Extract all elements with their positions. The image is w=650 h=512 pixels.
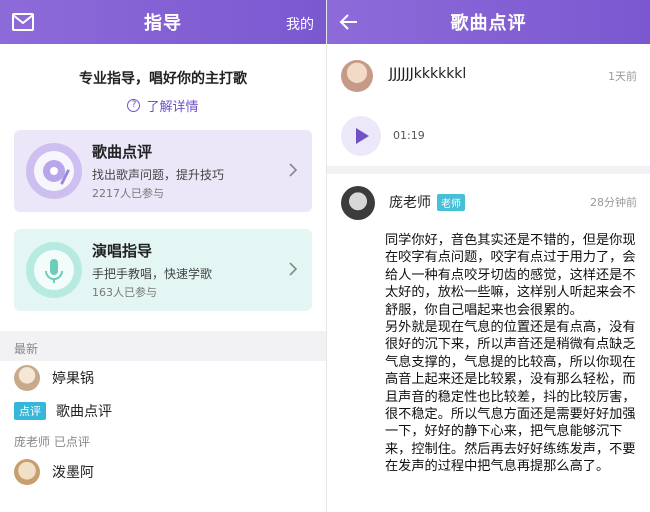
guidance-screen: 指导 我的 专业指导，唱好你的主打歌 ? 了解详情 歌曲点评 找出歌声问题，提升… bbox=[0, 0, 326, 512]
list-item[interactable]: 泼墨阿 bbox=[0, 455, 326, 488]
feed-song-title: 歌曲点评 bbox=[56, 403, 112, 420]
review-tag: 点评 bbox=[14, 401, 46, 420]
feed-meta: 庞老师 已点评 bbox=[14, 434, 90, 449]
feed-username: 婷果锅 bbox=[52, 370, 94, 387]
list-item[interactable]: 点评 歌曲点评 bbox=[0, 394, 326, 427]
chevron-right-icon bbox=[289, 262, 298, 276]
intro-section: 专业指导，唱好你的主打歌 ? 了解详情 bbox=[0, 44, 326, 124]
my-link[interactable]: 我的 bbox=[286, 14, 314, 34]
microphone-icon bbox=[26, 242, 82, 298]
card-title: 演唱指导 bbox=[92, 242, 153, 260]
review-header: 歌曲点评 bbox=[327, 0, 650, 44]
teacher-tag: 老师 bbox=[437, 193, 465, 211]
teacher-name: 庞老师 bbox=[389, 195, 431, 211]
latest-section-label: 最新 bbox=[0, 331, 326, 361]
list-item[interactable]: 婷果锅 bbox=[0, 361, 326, 394]
card-title: 歌曲点评 bbox=[92, 143, 153, 161]
card-desc: 手把手教唱，快速学歌 bbox=[92, 267, 213, 281]
play-icon bbox=[356, 128, 369, 144]
submission-time: 1天前 bbox=[608, 70, 637, 83]
play-button[interactable] bbox=[341, 116, 381, 156]
card-desc: 找出歌声问题，提升技巧 bbox=[92, 168, 225, 182]
audio-duration: 01:19 bbox=[393, 129, 425, 142]
avatar bbox=[14, 458, 40, 485]
learn-more-link[interactable]: ? 了解详情 bbox=[127, 96, 199, 115]
page-title: 歌曲点评 bbox=[450, 13, 527, 34]
chevron-right-icon bbox=[289, 163, 298, 177]
latest-feed: 婷果锅 点评 歌曲点评 庞老师 已点评 泼墨阿 bbox=[0, 361, 326, 488]
page-title: 指导 bbox=[144, 13, 182, 34]
vinyl-record-icon bbox=[26, 143, 82, 199]
song-review-card[interactable]: 歌曲点评 找出歌声问题，提升技巧 2217人已参与 bbox=[14, 130, 312, 212]
question-icon: ? bbox=[127, 99, 141, 112]
feed-username: 泼墨阿 bbox=[52, 464, 94, 481]
learn-more-label: 了解详情 bbox=[146, 100, 199, 115]
submitter-name: JJJJJJkkkkkkl bbox=[389, 66, 467, 82]
submission-item: JJJJJJkkkkkkl 1天前 01:19 bbox=[327, 44, 650, 174]
avatar bbox=[341, 186, 375, 220]
card-count: 163人已参与 bbox=[92, 286, 157, 299]
review-time: 28分钟前 bbox=[590, 196, 637, 209]
intro-headline: 专业指导，唱好你的主打歌 bbox=[79, 71, 247, 87]
avatar bbox=[341, 60, 373, 92]
avatar bbox=[14, 364, 40, 391]
review-text: 同学你好，音色其实还是不错的，但是你现在咬字有点问题，咬字有点过于用力了，会给人… bbox=[385, 233, 636, 475]
back-arrow-icon[interactable] bbox=[339, 12, 359, 32]
vocal-guidance-card[interactable]: 演唱指导 手把手教唱，快速学歌 163人已参与 bbox=[14, 229, 312, 311]
song-review-screen: 歌曲点评 JJJJJJkkkkkkl 1天前 01:19 庞老师 老师 28分钟… bbox=[326, 0, 650, 512]
guidance-header: 指导 我的 bbox=[0, 0, 326, 44]
card-count: 2217人已参与 bbox=[92, 187, 164, 200]
mail-icon[interactable] bbox=[12, 12, 34, 32]
